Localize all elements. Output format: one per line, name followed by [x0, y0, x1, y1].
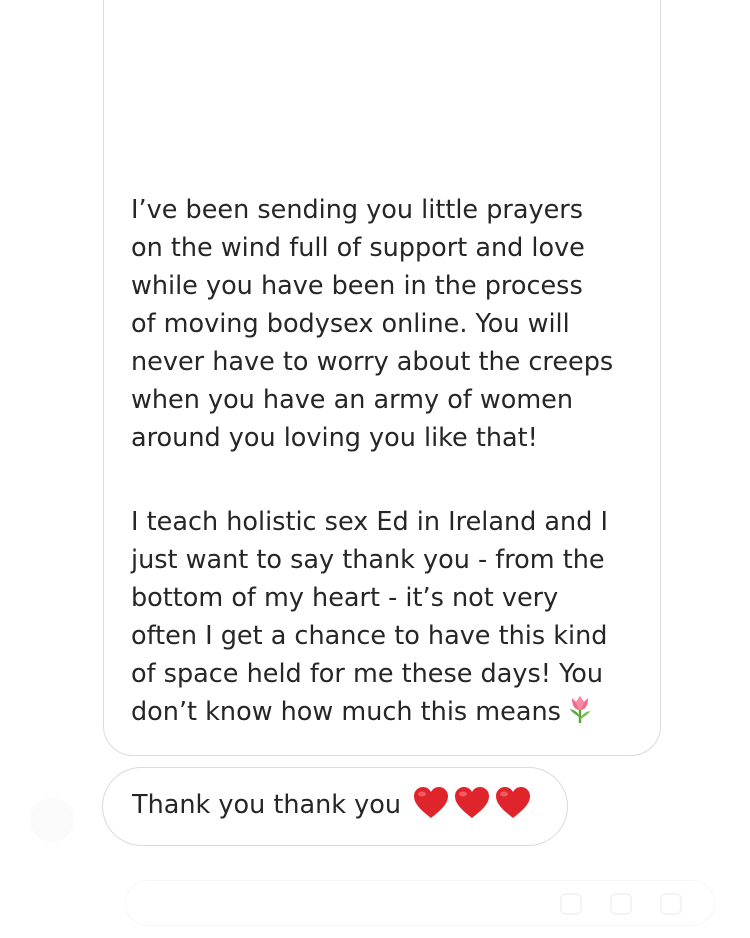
received-message-bubble[interactable]: I’ve been sending you little prayers on … [103, 0, 661, 756]
red-heart-icon [454, 786, 490, 831]
sticker-icon[interactable] [660, 893, 682, 915]
sender-avatar[interactable] [30, 798, 74, 842]
red-heart-icon [495, 786, 531, 831]
message-paragraph-with-emoji: I teach holistic sex Ed in Ireland and I… [131, 503, 608, 735]
image-icon[interactable] [610, 893, 632, 915]
tulip-icon [567, 694, 593, 735]
message-paragraph: I’ve been sending you little prayers on … [131, 195, 614, 453]
message-paragraph: I teach holistic sex Ed in Ireland and I… [131, 507, 609, 727]
reply-message-bubble[interactable]: Thank you thank you [102, 767, 568, 846]
reply-message-content: Thank you thank you [132, 786, 531, 831]
microphone-icon[interactable] [560, 893, 582, 915]
red-heart-icon [413, 786, 449, 831]
reply-message-text: Thank you thank you [132, 790, 402, 820]
